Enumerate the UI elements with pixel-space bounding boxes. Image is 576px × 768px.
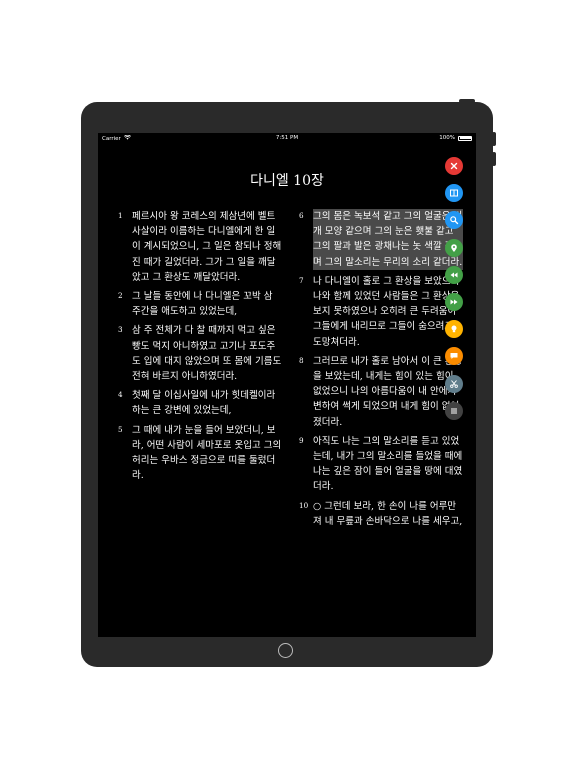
lightbulb-icon (449, 324, 459, 334)
battery-percent: 100% (439, 135, 455, 141)
verse-number: 7 (299, 275, 304, 285)
volume-down-button (492, 152, 496, 166)
verse-text[interactable]: 그 때에 내가 눈을 들어 보았더니, 보라, 어떤 사람이 세마포로 옷입고 … (132, 423, 282, 484)
verse-text[interactable]: 그러므로 내가 홀로 남아서 이 큰 환상을 보았는데, 내게는 힘이 있는 힘… (313, 354, 463, 430)
scissors-icon (449, 379, 459, 389)
verse-row[interactable]: 5 그 때에 내가 눈을 들어 보았더니, 보라, 어떤 사람이 세마포로 옷입고… (118, 423, 283, 484)
menu-icon (449, 406, 459, 416)
verse-text[interactable]: ○ 그런데 보라, 한 손이 나를 어루만져 내 무릎과 손바닥으로 나를 세우… (313, 499, 463, 529)
verse-number: 10 (299, 500, 309, 510)
book-icon (449, 188, 459, 198)
verse-row[interactable]: 8 그러므로 내가 홀로 남아서 이 큰 환상을 보았는데, 내게는 힘이 있는 … (299, 354, 464, 430)
verse-row[interactable]: 10 ○ 그런데 보라, 한 손이 나를 어루만져 내 무릎과 손바닥으로 나를 … (299, 499, 464, 529)
volume-up-button (492, 132, 496, 146)
verse-number: 8 (299, 355, 304, 365)
status-time: 7:51 PM (275, 135, 299, 141)
close-button[interactable] (445, 157, 463, 175)
verse-row[interactable]: 3 삼 주 전체가 다 찰 때까지 먹고 싶은 빵도 먹지 아니하였고 고기나 포… (118, 323, 283, 384)
menu-button[interactable] (445, 401, 463, 420)
verse-text[interactable]: 나 다니엘이 홀로 그 환상을 보았으며 나와 함께 있었던 사람들은 그 환상… (313, 274, 463, 350)
location-pin-button[interactable] (445, 238, 463, 257)
rewind-icon (449, 270, 459, 280)
verse-row[interactable]: 4 첫째 달 이십사일에 내가 힛데켈이라 하는 큰 강변에 있었는데, (118, 388, 283, 418)
scissors-button[interactable] (445, 374, 463, 393)
power-button (459, 99, 475, 103)
fast-forward-button[interactable] (445, 293, 463, 311)
verse-column-left: 1 페르시아 왕 코레스의 제삼년에 벨트사살이라 이름하는 다니엘에게 한 일이… (118, 209, 283, 487)
verse-number: 2 (118, 291, 123, 301)
verse-number: 1 (118, 211, 123, 220)
verse-text[interactable]: 그 날들 동안에 나 다니엘은 꼬박 삼 주간을 애도하고 있었는데, (132, 289, 282, 319)
verse-row[interactable]: 2 그 날들 동안에 나 다니엘은 꼬박 삼 주간을 애도하고 있었는데, (118, 289, 283, 319)
verse-number: 5 (118, 424, 123, 434)
comment-icon (449, 351, 459, 361)
verse-row[interactable]: 1 페르시아 왕 코레스의 제삼년에 벨트사살이라 이름하는 다니엘에게 한 일이… (118, 209, 283, 285)
screen: Carrier 7:51 PM 100% 다니엘 10장 1 페르시아 왕 코레스… (98, 133, 476, 637)
verse-row[interactable]: 6 그의 몸은 녹보석 같고 그의 얼굴은 번개 모양 같으며 그의 눈은 횃불 … (299, 209, 464, 270)
battery-icon (458, 135, 472, 141)
verse-text[interactable]: 아직도 나는 그의 말소리를 듣고 있었는데, 내가 그의 말소리를 들었을 때… (313, 434, 463, 495)
chapter-title: 다니엘 10장 (250, 173, 324, 189)
verse-text[interactable]: 그의 몸은 녹보석 같고 그의 얼굴은 번개 모양 같으며 그의 눈은 횃불 같… (313, 209, 463, 270)
verse-text[interactable]: 삼 주 전체가 다 찰 때까지 먹고 싶은 빵도 먹지 아니하였고 고기나 포도… (132, 323, 282, 384)
verse-row[interactable]: 7 나 다니엘이 홀로 그 환상을 보았으며 나와 함께 있었던 사람들은 그 환… (299, 274, 464, 350)
rewind-button[interactable] (445, 265, 463, 284)
verse-text[interactable]: 첫째 달 이십사일에 내가 힛데켈이라 하는 큰 강변에 있었는데, (132, 388, 282, 418)
home-button[interactable] (278, 643, 293, 658)
search-icon (449, 215, 459, 225)
fast-forward-icon (449, 297, 459, 307)
book-button[interactable] (445, 184, 463, 203)
verse-text[interactable]: 페르시아 왕 코레스의 제삼년에 벨트사살이라 이름하는 다니엘에게 한 일이 … (132, 209, 282, 285)
location-pin-icon (449, 243, 459, 253)
close-icon (449, 161, 459, 171)
verse-row[interactable]: 9 아직도 나는 그의 말소리를 듣고 있었는데, 내가 그의 말소리를 들었을 … (299, 434, 464, 495)
verse-number: 4 (118, 390, 123, 400)
verse-number: 9 (299, 435, 304, 445)
verse-number: 3 (118, 325, 123, 335)
verse-column-right: 6 그의 몸은 녹보석 같고 그의 얼굴은 번개 모양 같으며 그의 눈은 횃불 … (299, 209, 464, 533)
status-bar: Carrier 7:51 PM 100% (98, 133, 476, 145)
verse-number: 6 (299, 211, 304, 220)
